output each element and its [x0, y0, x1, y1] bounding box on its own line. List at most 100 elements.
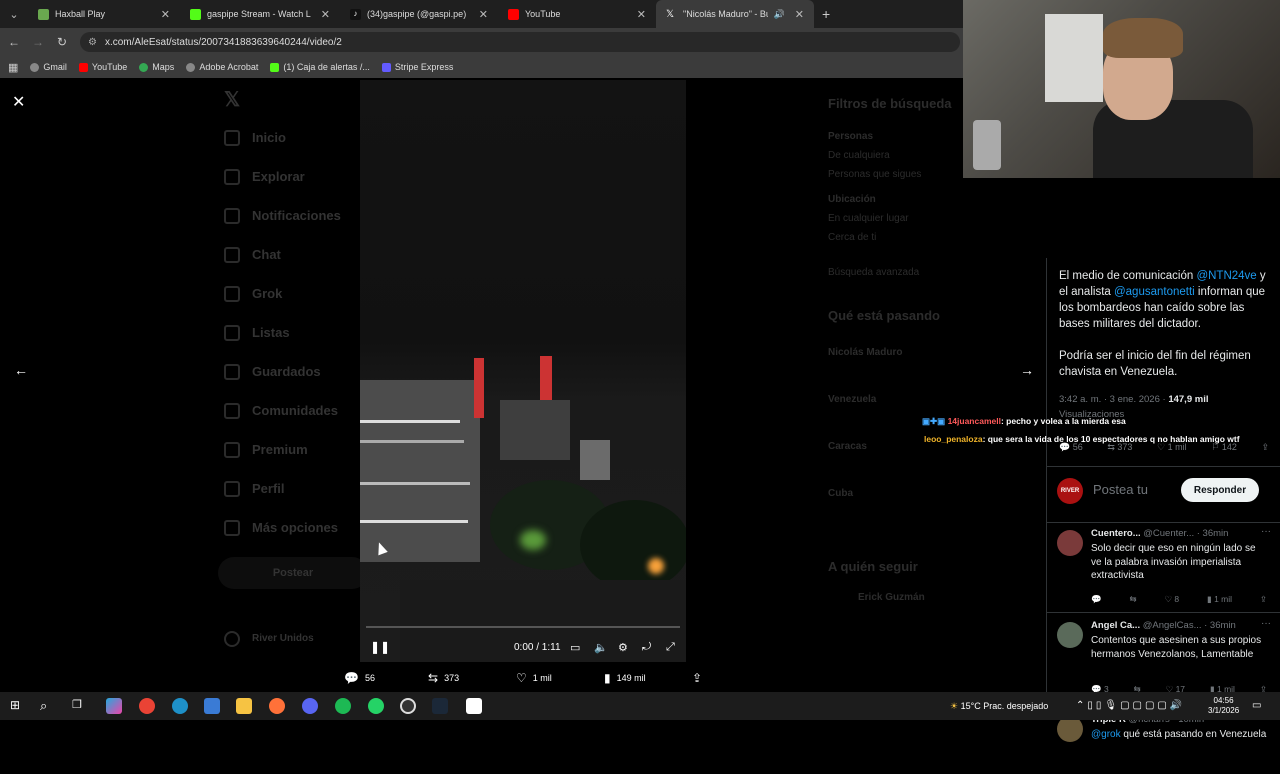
comment-icon[interactable]: 💬	[1091, 594, 1102, 605]
clock[interactable]: 04:56 3/1/2026	[1208, 696, 1239, 716]
tab-kick[interactable]: gaspipe Stream - Watch Live on ✕	[180, 0, 340, 28]
divider	[1047, 466, 1280, 467]
back-icon[interactable]: ←	[2, 35, 26, 49]
mention-link[interactable]: @grok	[1091, 729, 1121, 740]
nav-notifications: Notificaciones	[224, 196, 364, 235]
filter-label: Ubicación	[828, 194, 876, 205]
forward-icon[interactable]: →	[26, 35, 50, 49]
reload-icon[interactable]: ↻	[50, 35, 74, 49]
bar-chart-icon[interactable]: ▮ 1 mil	[1207, 594, 1232, 605]
reply-author[interactable]: Cuentero...	[1091, 528, 1141, 539]
bookmark-label: YouTube	[91, 62, 128, 72]
steam-icon[interactable]	[432, 698, 448, 714]
more-icon[interactable]: ···	[1261, 618, 1271, 629]
captions-icon[interactable]: ▭	[570, 641, 580, 654]
mention-link[interactable]: @agusantonetti	[1114, 286, 1195, 298]
site-info-icon[interactable]: ⚙	[88, 37, 97, 48]
close-tab-icon[interactable]: ✕	[637, 8, 646, 21]
close-tab-icon[interactable]: ✕	[161, 8, 170, 21]
bookmark-label: Maps	[152, 62, 175, 72]
whatsapp-icon[interactable]	[368, 698, 384, 714]
tab-x-search[interactable]: 𝕏 "Nicolás Maduro" - Buscar 🔊 ✕	[656, 0, 814, 28]
list-item[interactable]: Angel Ca... @AngelCas... · 36min ··· Con…	[1057, 618, 1271, 700]
close-tab-icon[interactable]: ✕	[795, 8, 804, 21]
firefox-icon[interactable]	[269, 698, 285, 714]
chrome-icon[interactable]	[139, 698, 155, 714]
reply-button[interactable]: 💬 56	[344, 671, 375, 685]
capcut-icon[interactable]	[466, 698, 482, 714]
previous-arrow-icon[interactable]: ←	[14, 362, 28, 378]
share-icon[interactable]: ⇪	[1260, 594, 1267, 605]
pause-icon[interactable]: ❚❚	[370, 640, 390, 654]
mention-link[interactable]: @NTN24ve	[1196, 270, 1256, 282]
discord-icon[interactable]	[302, 698, 318, 714]
url-field[interactable]: ⚙ x.com/AleEsat/status/20073418836396402…	[80, 32, 960, 52]
repost-icon: ⇆	[428, 671, 439, 685]
reply-text: Contentos que asesinen a sus propios her…	[1091, 635, 1262, 660]
close-tab-icon[interactable]: ✕	[321, 8, 330, 21]
close-icon[interactable]: ✕	[12, 92, 25, 112]
settings-gear-icon[interactable]: ⚙	[618, 641, 628, 654]
folder-icon[interactable]	[236, 698, 252, 714]
video-tree	[580, 500, 686, 590]
heart-icon[interactable]: ♡ 8	[1164, 594, 1179, 605]
bookmark-gmail[interactable]: Gmail	[30, 62, 67, 72]
background-nav: 𝕏 Inicio Explorar Notificaciones Chat Gr…	[218, 80, 368, 658]
obs-icon[interactable]	[400, 698, 416, 714]
bookmark-acrobat[interactable]: Adobe Acrobat	[186, 62, 258, 72]
like-count: 1 mil	[532, 673, 552, 683]
stripe-icon	[381, 62, 391, 72]
task-view-icon[interactable]: ❐	[72, 698, 88, 714]
weather-widget[interactable]: ☀ 15°C Prac. despejado	[950, 701, 1048, 712]
repost-icon[interactable]: ⇆	[1129, 594, 1136, 605]
notification-icon[interactable]: ▭	[1252, 700, 1261, 711]
new-tab-icon[interactable]: +	[822, 6, 830, 22]
share-icon[interactable]: ⇪	[1261, 442, 1269, 453]
tweet-timestamp[interactable]: 3:42 a. m. · 3 ene. 2026 ·	[1059, 394, 1168, 405]
spotify-icon[interactable]	[335, 698, 351, 714]
windows-start-icon[interactable]: ⊞	[10, 698, 26, 714]
tab-tiktok[interactable]: ♪ (34)gaspipe (@gaspi.pe) | TikTo ✕	[340, 0, 498, 28]
video-building	[474, 358, 484, 418]
video-player[interactable]	[360, 80, 686, 662]
bookmark-youtube[interactable]: YouTube	[78, 62, 128, 72]
reply-submit-button[interactable]: Responder	[1181, 478, 1259, 502]
reply-author[interactable]: Angel Ca...	[1091, 620, 1140, 631]
copilot-icon[interactable]	[106, 698, 122, 714]
edge-icon[interactable]	[172, 698, 188, 714]
apps-grid-icon[interactable]: ▦	[8, 61, 18, 74]
store-icon[interactable]	[204, 698, 220, 714]
rotate-icon[interactable]: ⤾	[642, 641, 651, 654]
list-item[interactable]: Cuentero... @Cuenter... · 36min ··· Solo…	[1057, 526, 1271, 608]
like-count: 8	[1174, 594, 1180, 604]
bookmark-alerts[interactable]: (1) Caja de alertas /...	[270, 62, 370, 72]
webcam-whiteboard	[1045, 14, 1103, 102]
bookmark-stripe[interactable]: Stripe Express	[381, 62, 453, 72]
views-button[interactable]: ▮ 149 mil	[604, 671, 646, 685]
system-tray-icons[interactable]: ⌃▯▯🎙▢▢▢▢🔊	[1076, 700, 1185, 711]
search-icon[interactable]: ⌕	[40, 698, 56, 714]
tab-label: "Nicolás Maduro" - Buscar	[683, 9, 768, 19]
x-premium-icon	[224, 441, 240, 458]
trend-item: Nicolás Maduro	[828, 347, 903, 358]
close-tab-icon[interactable]: ✕	[479, 8, 488, 21]
share-button[interactable]: ⇪	[692, 671, 702, 685]
list-item[interactable]: Triple R @rlcharrs · 10min ··· @grok qué…	[1057, 712, 1271, 774]
next-arrow-icon[interactable]: →	[1020, 362, 1034, 378]
reply-input[interactable]: Postea tu	[1093, 482, 1148, 497]
tweet-text: El medio de comunicación @NTN24ve y el a…	[1059, 268, 1269, 380]
more-icon[interactable]: ···	[1261, 526, 1271, 537]
tab-search-icon[interactable]: ⌄	[0, 0, 28, 28]
repost-button[interactable]: ⇆ 373	[428, 671, 459, 685]
fullscreen-icon[interactable]: ⤢	[666, 641, 675, 654]
bookmark-maps[interactable]: Maps	[139, 62, 174, 72]
tab-haxball[interactable]: Haxball Play ✕	[28, 0, 180, 28]
video-progress-bar[interactable]	[366, 626, 680, 628]
comment-icon: 💬	[344, 671, 359, 685]
speaker-icon[interactable]: 🔊	[774, 9, 785, 20]
like-button[interactable]: ♡ 1 mil	[516, 671, 552, 685]
volume-icon[interactable]: 🔈	[594, 641, 608, 654]
video-window-light	[360, 440, 464, 443]
reply-text: Solo decir que eso en ningún lado se ve …	[1091, 543, 1256, 581]
tab-youtube[interactable]: YouTube ✕	[498, 0, 656, 28]
